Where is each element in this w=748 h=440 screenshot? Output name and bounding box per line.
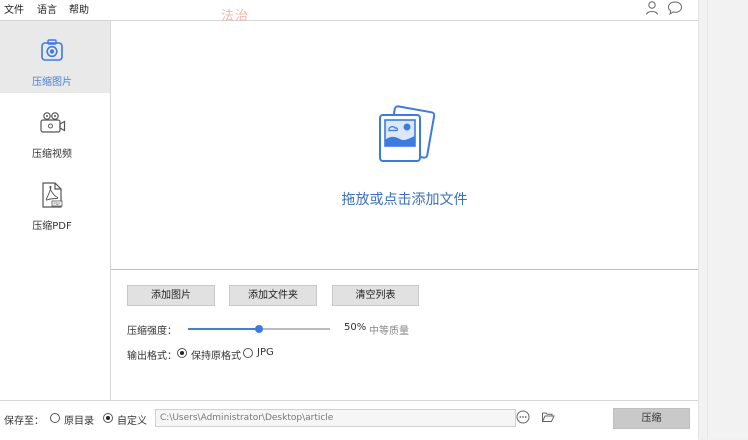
- strength-slider[interactable]: [188, 325, 330, 333]
- image-stack-icon: [379, 105, 436, 162]
- bottom-bar: 保存至： 原目录 自定义 压缩: [0, 400, 698, 440]
- sidebar: 压缩图片 压缩视频 PDF 压缩PDF: [0, 21, 111, 400]
- menu-language[interactable]: 语言: [37, 1, 57, 16]
- folder-open-icon[interactable]: [541, 410, 555, 424]
- save-original-label[interactable]: 原目录: [64, 412, 94, 427]
- sidebar-item-label: 压缩PDF: [32, 221, 72, 232]
- sidebar-item-compress-video[interactable]: 压缩视频: [0, 93, 110, 165]
- format-jpg-radio[interactable]: [243, 348, 253, 358]
- save-original-radio[interactable]: [50, 413, 60, 423]
- window-edge-line: [707, 0, 708, 439]
- pdf-file-icon: PDF: [42, 182, 63, 208]
- output-path-input[interactable]: [155, 409, 516, 427]
- format-label: 输出格式：: [127, 351, 177, 362]
- sidebar-item-compress-pdf[interactable]: PDF 压缩PDF: [0, 165, 110, 237]
- slider-thumb[interactable]: [255, 325, 263, 333]
- quality-text: 中等质量: [369, 326, 409, 337]
- add-image-button[interactable]: 添加图片: [127, 285, 215, 306]
- drop-hint-text: 拖放或点击添加文件: [341, 192, 468, 208]
- format-keep-label[interactable]: 保持原格式: [191, 347, 241, 362]
- save-custom-label[interactable]: 自定义: [117, 412, 147, 427]
- clear-list-button[interactable]: 清空列表: [332, 285, 419, 306]
- sidebar-item-label: 压缩视频: [32, 149, 72, 160]
- slider-fill: [188, 328, 259, 330]
- chat-icon[interactable]: [667, 0, 683, 16]
- add-folder-button[interactable]: 添加文件夹: [229, 285, 317, 306]
- strength-label: 压缩强度：: [127, 326, 177, 337]
- menubar: 文件 语言 帮助 法治: [0, 0, 698, 24]
- options-panel: 添加图片 添加文件夹 清空列表 压缩强度： 50% 中等质量 输出格式： 保持原…: [111, 270, 698, 400]
- format-keep-radio[interactable]: [177, 348, 187, 358]
- menu-file[interactable]: 文件: [4, 1, 24, 16]
- user-icon[interactable]: [644, 0, 660, 16]
- file-drop-area[interactable]: 拖放或点击添加文件: [111, 21, 698, 270]
- sidebar-item-label: 压缩图片: [32, 77, 72, 88]
- strength-percent: 50%: [344, 322, 367, 333]
- menu-help[interactable]: 帮助: [69, 1, 89, 16]
- format-jpg-label[interactable]: JPG: [257, 347, 274, 358]
- sidebar-item-compress-image[interactable]: 压缩图片: [0, 21, 110, 93]
- save-to-label: 保存至：: [4, 416, 44, 427]
- svg-text:PDF: PDF: [53, 202, 60, 206]
- background-window-edge: [698, 0, 748, 439]
- app-window: 文件 语言 帮助 法治 压缩图片 压缩视频 PDF 压缩PDF 拖放或点击添加文…: [0, 0, 698, 440]
- compress-button[interactable]: 压缩: [613, 408, 690, 429]
- camera-icon: [41, 39, 63, 61]
- more-options-icon[interactable]: [516, 410, 530, 424]
- video-camera-icon: [40, 112, 66, 133]
- save-custom-radio[interactable]: [103, 413, 113, 423]
